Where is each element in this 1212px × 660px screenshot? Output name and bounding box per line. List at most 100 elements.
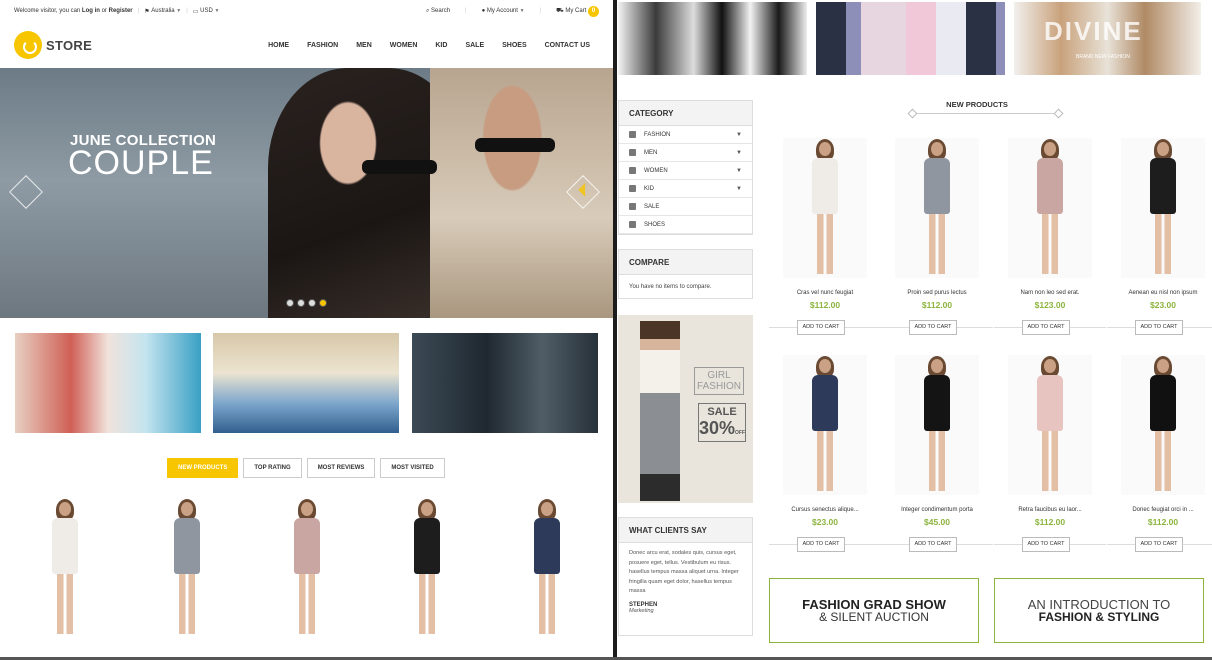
slider-prev-arrow-icon[interactable] xyxy=(9,175,43,209)
promo-fashion-grad-show[interactable]: FASHION GRAD SHOW & SILENT AUCTION xyxy=(769,578,979,643)
model-figure xyxy=(294,499,320,634)
diamond-icon xyxy=(907,108,918,119)
add-to-cart-button[interactable]: ADD TO CART xyxy=(1022,537,1070,552)
model-figure xyxy=(174,499,200,634)
product-name[interactable]: Donec feugiat orci in ... xyxy=(1107,507,1212,513)
product-thumbnail[interactable] xyxy=(377,494,477,654)
category-item-kid[interactable]: KID ▼ xyxy=(619,180,752,198)
category-item-women[interactable]: WOMEN ▼ xyxy=(619,162,752,180)
product-name[interactable]: Cras vel nunc feugiat xyxy=(769,290,881,296)
category-item-shoes[interactable]: SHOES xyxy=(619,216,752,234)
category-item-sale[interactable]: SALE xyxy=(619,198,752,216)
banner-winter-couple[interactable] xyxy=(412,333,598,433)
promo-fashion-styling[interactable]: AN INTRODUCTION TO FASHION & STYLING xyxy=(994,578,1204,643)
product-card[interactable]: Nam non leo sed erat. $123.00 ADD TO CART xyxy=(994,138,1106,353)
nav-women[interactable]: WOMEN xyxy=(381,42,427,49)
nav-home[interactable]: HOME xyxy=(259,42,298,49)
product-image[interactable] xyxy=(783,355,867,495)
product-thumbnail[interactable] xyxy=(257,494,357,654)
product-card[interactable]: Cursus senectus alique... $23.00 ADD TO CA… xyxy=(769,355,881,570)
add-to-cart-button[interactable]: ADD TO CART xyxy=(797,320,845,335)
search-link[interactable]: ⌕ Search xyxy=(426,8,450,15)
logo[interactable]: STORE xyxy=(14,31,92,59)
sunglasses xyxy=(362,160,437,174)
promo-model-image xyxy=(640,321,680,501)
add-to-cart-button[interactable]: ADD TO CART xyxy=(1135,320,1183,335)
banner-subtext: BRAND NEW FASHION xyxy=(1076,54,1130,60)
product-thumbnail[interactable] xyxy=(15,494,115,654)
product-card[interactable]: Integer condimentum porta $45.00 ADD TO CA… xyxy=(881,355,993,570)
register-link[interactable]: Register xyxy=(109,8,133,14)
country-select[interactable]: Australia xyxy=(151,8,174,14)
card-icon: ▭ xyxy=(192,8,199,15)
category-label: KID xyxy=(644,185,655,192)
login-link[interactable]: Log in xyxy=(82,8,100,14)
product-card[interactable]: Aenean eu nisl non ipsum $23.00 ADD TO CAR… xyxy=(1107,138,1212,353)
chevron-down-icon: ▼ xyxy=(519,8,525,14)
nav-shoes[interactable]: SHOES xyxy=(493,42,536,49)
product-price: $112.00 xyxy=(809,300,841,310)
nav-kid[interactable]: KID xyxy=(426,42,456,49)
product-thumbnail[interactable] xyxy=(137,494,237,654)
add-to-cart-button[interactable]: ADD TO CART xyxy=(909,537,957,552)
chevron-down-icon[interactable]: ▼ xyxy=(736,132,742,138)
product-image[interactable] xyxy=(1121,355,1205,495)
power-icon xyxy=(14,31,42,59)
currency-select[interactable]: USD xyxy=(200,8,213,14)
product-name[interactable]: Cursus senectus alique... xyxy=(769,507,881,513)
banner-brand-new-fashion[interactable]: DIVINE BRAND NEW FASHION xyxy=(1014,2,1201,75)
tab-most-visited[interactable]: MOST VISITED xyxy=(380,458,445,478)
product-image[interactable] xyxy=(895,138,979,278)
product-name[interactable]: Integer condimentum porta xyxy=(881,507,993,513)
add-to-cart-button[interactable]: ADD TO CART xyxy=(797,537,845,552)
model-figure xyxy=(534,499,560,634)
nav-fashion[interactable]: FASHION xyxy=(298,42,347,49)
product-card[interactable]: Cras vel nunc feugiat $112.00 ADD TO CART xyxy=(769,138,881,353)
chevron-down-icon[interactable]: ▼ xyxy=(736,168,742,174)
product-image[interactable] xyxy=(1008,355,1092,495)
add-to-cart-button[interactable]: ADD TO CART xyxy=(1135,537,1183,552)
cart-link[interactable]: ⛟ My Cart 0 xyxy=(556,5,599,17)
banner-shirts[interactable] xyxy=(816,2,1005,75)
banner-black-white-fashion[interactable] xyxy=(618,2,807,75)
product-image[interactable] xyxy=(895,355,979,495)
slider-dot[interactable] xyxy=(308,299,316,307)
tab-most-reviews[interactable]: MOST REVIEWS xyxy=(306,458,376,478)
product-name[interactable]: Proin sed purus lectus xyxy=(881,290,993,296)
slider-dot[interactable] xyxy=(297,299,305,307)
product-card[interactable]: Retra faucibus eu laor... $112.00 ADD TO C… xyxy=(994,355,1106,570)
product-name[interactable]: Retra faucibus eu laor... xyxy=(994,507,1106,513)
chevron-down-icon[interactable]: ▼ xyxy=(736,186,742,192)
banner-summer-dresses[interactable] xyxy=(15,333,201,433)
banner-beach[interactable] xyxy=(213,333,399,433)
tab-top-rating[interactable]: TOP RATING xyxy=(243,458,302,478)
product-name[interactable]: Aenean eu nisl non ipsum xyxy=(1107,290,1212,296)
category-item-men[interactable]: MEN ▼ xyxy=(619,144,752,162)
nav-sale[interactable]: SALE xyxy=(456,42,493,49)
product-image[interactable] xyxy=(1008,138,1092,278)
product-thumbnail[interactable] xyxy=(497,494,597,654)
slider-dot[interactable] xyxy=(286,299,294,307)
product-price: $112.00 xyxy=(1147,517,1179,527)
product-name[interactable]: Nam non leo sed erat. xyxy=(994,290,1106,296)
cart-count-badge: 0 xyxy=(588,5,599,17)
tab-new-products[interactable]: NEW PRODUCTS xyxy=(167,458,239,478)
sale-promo-banner[interactable]: GIRL FASHION SALE 30%OFF xyxy=(618,315,753,503)
model-figure xyxy=(924,356,950,491)
add-to-cart-button[interactable]: ADD TO CART xyxy=(1022,320,1070,335)
account-link[interactable]: ● My Account ▼ xyxy=(482,8,525,14)
woman-icon xyxy=(629,167,636,174)
model-figure xyxy=(812,356,838,491)
chevron-down-icon[interactable]: ▼ xyxy=(736,150,742,156)
divider: | xyxy=(539,8,542,14)
category-label: MEN xyxy=(644,149,658,156)
add-to-cart-button[interactable]: ADD TO CART xyxy=(909,320,957,335)
category-item-fashion[interactable]: FASHION ▼ xyxy=(619,126,752,144)
product-image[interactable] xyxy=(783,138,867,278)
nav-men[interactable]: MEN xyxy=(347,42,381,49)
product-card[interactable]: Donec feugiat orci in ... $112.00 ADD TO C… xyxy=(1107,355,1212,570)
slider-dot-active[interactable] xyxy=(319,299,327,307)
product-image[interactable] xyxy=(1121,138,1205,278)
nav-contact-us[interactable]: CONTACT US xyxy=(536,42,599,49)
product-card[interactable]: Proin sed purus lectus $112.00 ADD TO CART xyxy=(881,138,993,353)
